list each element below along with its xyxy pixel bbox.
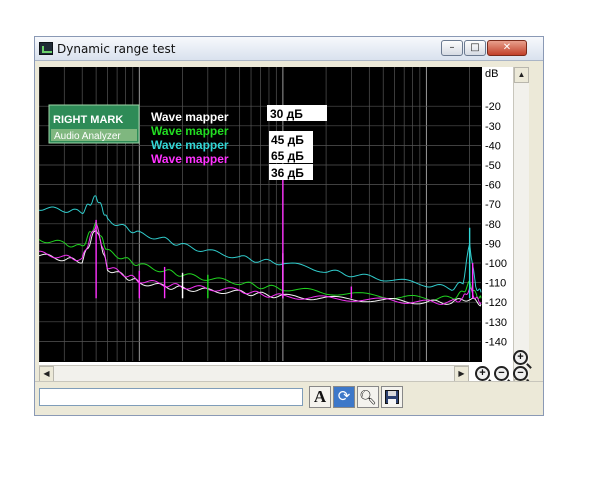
window-title: Dynamic range test [57, 42, 176, 56]
legend-value-4: 36 дБ [271, 166, 304, 180]
y-tick-label: -50 [485, 160, 501, 172]
font-A-icon[interactable]: A [309, 386, 331, 408]
zoom-in-icon[interactable]: + [513, 350, 528, 365]
magnifier-icon[interactable]: 🔍︎ [357, 386, 379, 408]
maximize-button[interactable]: □ [464, 40, 486, 56]
legend-value-3: 65 дБ [271, 149, 304, 163]
zoom-out-icon[interactable]: − [494, 366, 509, 381]
app-icon [39, 42, 53, 55]
chart-spikes-layer [95, 165, 474, 299]
logo: RIGHT MARK Audio Analyzer [48, 104, 140, 144]
zoom-in-icon[interactable]: + [475, 366, 490, 381]
vertical-scrollbar[interactable]: ▲ ▼ [513, 67, 529, 395]
y-tick-label: -110 [485, 278, 506, 290]
y-tick-label: dB [485, 68, 498, 80]
zoom-out-icon[interactable]: − [513, 366, 528, 381]
logo-subtitle: Audio Analyzer [54, 131, 121, 142]
legend-value-2: 45 дБ [271, 133, 304, 147]
y-tick-label: -30 [485, 121, 501, 133]
legend-label-3: Wave mapper [151, 138, 229, 152]
dynamic-range-window: Dynamic range test – □ ✕ 305010020030050… [34, 36, 544, 416]
y-tick-label: -70 [485, 199, 501, 211]
floppy-save-icon[interactable] [381, 386, 403, 408]
scroll-right-icon[interactable]: ▶ [454, 366, 469, 382]
status-text-field[interactable] [39, 388, 303, 406]
spectrum-chart: 305010020030050010002K3K5K1000020K30KHzd… [39, 67, 513, 395]
title-bar[interactable]: Dynamic range test – □ ✕ [35, 37, 543, 61]
legend-label-2: Wave mapper [151, 124, 229, 138]
y-tick-label: -100 [485, 258, 507, 270]
scroll-up-icon[interactable]: ▲ [514, 67, 529, 83]
legend: Wave mapper Wave mapper Wave mapper Wave… [151, 105, 327, 180]
legend-label-4: Wave mapper [151, 152, 229, 166]
y-tick-label: -20 [485, 101, 501, 113]
y-tick-label: -60 [485, 180, 501, 192]
spectrum-plot-area: 305010020030050010002K3K5K1000020K30KHzd… [39, 67, 513, 395]
y-tick-label: -90 [485, 238, 501, 250]
refresh-icon[interactable]: ⟳ [333, 386, 355, 408]
floppy-shape [385, 390, 399, 404]
y-tick-label: -140 [485, 336, 507, 348]
logo-brand: RIGHT MARK [53, 114, 123, 126]
status-bar: A ⟳ 🔍︎ [35, 381, 543, 415]
legend-value-1: 30 дБ [270, 107, 303, 121]
legend-label-1: Wave mapper [151, 110, 229, 124]
y-tick-label: -80 [485, 219, 501, 231]
horizontal-scrollbar[interactable]: ◀ ▶ [39, 365, 469, 382]
y-tick-label: -130 [485, 317, 507, 329]
minimize-button[interactable]: – [441, 40, 463, 56]
y-tick-label: -40 [485, 140, 501, 152]
close-button[interactable]: ✕ [487, 40, 527, 56]
scroll-left-icon[interactable]: ◀ [39, 366, 54, 382]
series-line-3 [39, 228, 482, 307]
y-tick-label: -120 [485, 297, 507, 309]
series-line-2 [39, 195, 482, 293]
chart-series-layer [39, 195, 482, 307]
